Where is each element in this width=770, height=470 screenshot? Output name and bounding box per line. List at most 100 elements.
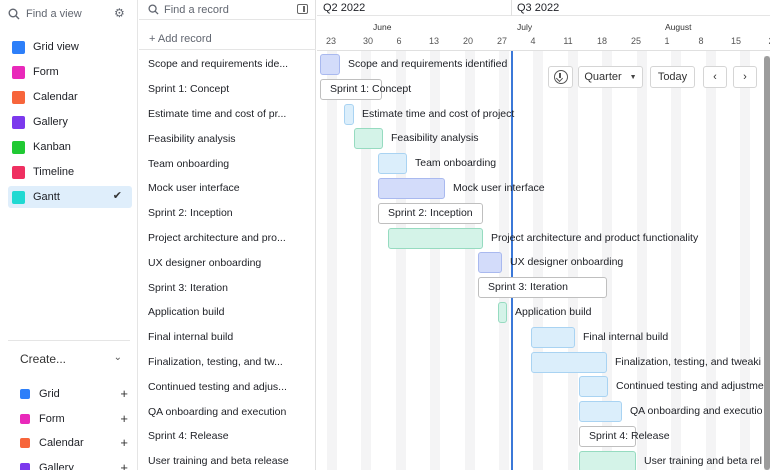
grid-icon [12,40,25,54]
gantt-bar-label: Mock user interface [453,182,545,194]
record-row[interactable]: Sprint 4: Release [139,424,316,449]
record-row[interactable]: Finalization, testing, and tw... [139,350,316,375]
record-row[interactable]: Feasibility analysis [139,126,316,151]
day-label: 15 [730,36,741,46]
weekend-column [327,51,337,470]
today-button[interactable]: Today [650,66,695,88]
gantt-bar[interactable] [531,326,575,348]
views-sidebar: Find a view ⚙ Grid view Form Calendar Galle… [0,0,138,470]
find-view-placeholder: Find a view [26,8,82,20]
sidebar-divider [8,340,130,341]
gantt-bar[interactable] [498,302,507,323]
gantt-bar-label: User training and beta rel [644,454,762,467]
create-label: Grid [39,388,60,400]
gantt-bar[interactable] [344,103,354,125]
calendar-icon [12,90,25,104]
gantt-bar-label: Team onboarding [415,157,497,170]
previous-button[interactable]: ‹ [703,66,727,88]
scrollbar-thumb[interactable] [764,56,770,470]
header-divider [317,50,770,51]
record-row[interactable]: UX designer onboarding [139,250,316,275]
record-row[interactable]: Mock user interface [139,176,316,201]
record-row[interactable]: Continued testing and adjus... [139,374,316,399]
gantt-bar-label: QA onboarding and executio [630,405,763,418]
day-label: 2 [761,36,770,46]
day-label: 11 [563,36,573,46]
record-row[interactable]: Team onboarding [139,151,316,176]
plus-icon[interactable]: + [120,411,128,426]
plus-icon[interactable]: + [120,386,128,401]
gallery-icon [12,115,25,129]
gallery-icon [20,463,30,470]
gantt-bar[interactable] [320,54,340,75]
gantt-bar-label: Application build [515,306,592,318]
create-label: Form [39,413,65,425]
quarter-label: Q3 2022 [517,2,560,14]
gantt-icon [12,190,25,204]
sidebar-view-item[interactable]: Gantt ✔ [8,186,132,208]
sidebar-view-item[interactable]: Timeline [8,161,132,183]
gantt-bar[interactable] [579,450,636,470]
gantt-bar[interactable] [531,351,607,373]
gantt-bar[interactable] [388,227,483,249]
quarter-header: Q2 2022 Q3 2022 [317,0,770,16]
form-icon [12,65,25,79]
gantt-bar[interactable] [579,401,622,423]
month-label: August [665,22,692,32]
gantt-bar-label: Estimate time and cost of project [362,107,515,120]
record-row[interactable]: User training and beta release [139,449,316,470]
day-label: 6 [396,36,402,46]
zoom-select[interactable]: Quarter ▼ [578,66,643,88]
sidebar-view-item[interactable]: Gallery [8,111,132,133]
add-record-button[interactable]: + Add record [139,28,316,50]
sidebar-view-item[interactable]: Calendar [8,86,132,108]
create-label: Create... [20,352,67,366]
create-view-item[interactable]: Grid + [20,385,128,403]
create-label: Calendar [39,437,84,449]
gantt-bar-label: Sprint 3: Iteration [488,281,568,294]
download-button[interactable] [548,66,573,88]
record-row[interactable]: Final internal build [139,325,316,350]
gantt-bar[interactable] [378,178,445,199]
record-row[interactable]: Sprint 2: Inception [139,201,316,226]
gantt-bar-label: Final internal build [583,330,669,343]
plus-icon[interactable]: + [120,435,128,450]
records-panel: Find a record + Add record Scope and req… [139,0,316,470]
view-label: Calendar [33,91,78,103]
find-record-search[interactable]: Find a record [139,0,316,20]
create-view-item[interactable]: Gallery + [20,459,128,470]
vertical-scrollbar[interactable] [764,56,770,470]
create-view-item[interactable]: Calendar + [20,434,128,452]
gantt-bar[interactable] [378,153,407,175]
find-view-search[interactable]: Find a view ⚙ [8,4,132,24]
sidebar-view-item[interactable]: Form [8,61,132,83]
day-label: 13 [428,36,439,46]
plus-icon[interactable]: + [120,460,128,470]
record-row[interactable]: Sprint 3: Iteration [139,275,316,300]
record-row[interactable]: Sprint 1: Concept [139,77,316,102]
record-row[interactable]: Project architecture and pro... [139,226,316,251]
form-icon [20,414,30,424]
record-row[interactable]: Estimate time and cost of pr... [139,102,316,127]
next-button[interactable]: › [733,66,757,88]
gantt-bar-label: Sprint 2: Inception [388,206,473,219]
record-row[interactable]: QA onboarding and execution [139,399,316,424]
timeline-icon [12,165,25,179]
day-label: 23 [325,36,336,46]
collapse-panel-icon[interactable] [297,4,308,14]
view-label: Timeline [33,166,75,178]
gantt-bar-label: Sprint 4: Release [589,430,670,442]
gantt-bar[interactable] [478,252,502,274]
gantt-bar[interactable] [579,376,608,398]
create-view-toggle[interactable]: Create... ⌄ [20,352,130,366]
gantt-bar[interactable] [354,128,383,150]
gantt-bar-label: UX designer onboarding [510,256,624,269]
gear-icon[interactable]: ⚙ [114,6,128,20]
create-view-item[interactable]: Form + [20,410,128,428]
sidebar-view-item[interactable]: Grid view [8,36,132,58]
record-row[interactable]: Scope and requirements ide... [139,52,316,77]
gantt-bar-label: Continued testing and adjustme [616,380,764,393]
sidebar-view-item[interactable]: Kanban [8,136,132,158]
quarter-divider [511,0,512,16]
record-row[interactable]: Application build [139,300,316,325]
